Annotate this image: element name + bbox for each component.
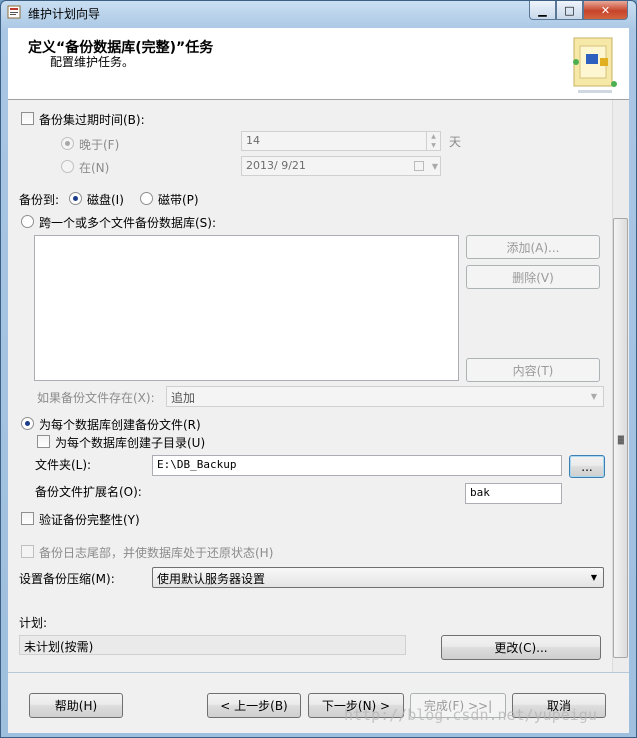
remove-file-button[interactable]: 删除(V) (466, 265, 600, 289)
expire-date-picker[interactable]: 2013/ 9/21 (241, 156, 441, 176)
schedule-value: 未计划(按需) (24, 640, 94, 654)
change-schedule-button[interactable]: 更改(C)... (441, 635, 601, 660)
add-file-button[interactable]: 添加(A)... (466, 235, 600, 259)
wizard-app-icon (7, 5, 21, 19)
expire-checkbox[interactable] (21, 112, 34, 125)
watermark-text: http://blog.csdn.net/yupeigu (344, 706, 597, 724)
backup-files-list[interactable] (34, 235, 459, 381)
expire-date-value: 2013/ 9/21 (246, 159, 306, 172)
if-exists-label: 如果备份文件存在(X): (37, 391, 155, 405)
scrollbar-grip-icon: ▬ ▬ ▬ (617, 432, 625, 447)
compression-label: 设置备份压缩(M): (19, 572, 115, 586)
expire-on-radio[interactable] (61, 160, 74, 173)
browse-folder-button[interactable]: ... (569, 455, 605, 478)
back-button[interactable]: < 上一步(B) (207, 693, 301, 718)
chevron-down-icon: ▼ (590, 392, 598, 401)
expire-after-radio[interactable] (61, 137, 74, 150)
close-button[interactable]: ✕ (583, 1, 628, 20)
expire-after-label: 晚于(F) (79, 138, 120, 152)
extension-value: bak (470, 486, 490, 499)
backup-to-label: 备份到: (19, 193, 60, 207)
per-db-subdir-checkbox[interactable] (37, 435, 50, 448)
expire-days-spinner[interactable]: ▲ ▼ (426, 132, 440, 150)
tape-label: 磁带(P) (158, 193, 199, 207)
calendar-dropdown-icon[interactable]: ▼ (414, 159, 438, 173)
wizard-banner-icon (573, 37, 617, 93)
per-db-file-radio[interactable] (21, 417, 34, 430)
compression-value: 使用默认服务器设置 (157, 572, 266, 586)
disk-label: 磁盘(I) (87, 193, 124, 207)
disk-radio[interactable] (69, 192, 82, 205)
per-db-subdir-label: 为每个数据库创建子目录(U) (55, 436, 206, 450)
folder-input[interactable]: E:\DB_Backup (152, 455, 562, 476)
schedule-value-box: 未计划(按需) (19, 635, 406, 655)
expire-days-input[interactable]: 14 (241, 131, 441, 151)
tail-log-label: 备份日志尾部，并使数据库处于还原状态(H) (39, 546, 274, 560)
expire-unit-label: 天 (449, 135, 462, 149)
help-button[interactable]: 帮助(H) (29, 693, 123, 718)
wizard-header: 定义“备份数据库(完整)”任务 配置维护任务。 (8, 28, 629, 100)
span-files-label: 跨一个或多个文件备份数据库(S): (39, 216, 217, 230)
close-icon: ✕ (600, 3, 611, 17)
tail-log-checkbox[interactable] (21, 545, 34, 558)
if-exists-value: 追加 (171, 391, 196, 405)
maximize-icon: □ (564, 3, 575, 17)
schedule-label: 计划: (19, 616, 48, 630)
folder-label: 文件夹(L): (35, 458, 92, 472)
if-exists-select[interactable]: 追加 ▼ (166, 386, 604, 407)
chevron-down-icon: ▼ (590, 573, 598, 582)
verify-label: 验证备份完整性(Y) (39, 513, 140, 527)
expire-on-label: 在(N) (79, 161, 110, 175)
page-subtitle: 配置维护任务。 (50, 55, 135, 69)
window-title: 维护计划向导 (28, 7, 101, 21)
compression-select[interactable]: 使用默认服务器设置 ▼ (152, 567, 604, 588)
extension-label: 备份文件扩展名(O): (35, 485, 142, 499)
minimize-button[interactable]: ▁ (529, 1, 556, 20)
expire-label: 备份集过期时间(B): (39, 113, 145, 127)
maximize-button[interactable]: □ (556, 1, 583, 20)
minimize-icon: ▁ (538, 3, 547, 17)
folder-value: E:\DB_Backup (157, 458, 237, 471)
per-db-file-label: 为每个数据库创建备份文件(R) (39, 418, 201, 432)
verify-checkbox[interactable] (21, 512, 34, 525)
contents-button[interactable]: 内容(T) (466, 358, 600, 382)
span-files-radio[interactable] (21, 215, 34, 228)
extension-input[interactable]: bak (465, 483, 562, 504)
tape-radio[interactable] (140, 192, 153, 205)
expire-days-value: 14 (246, 134, 260, 147)
